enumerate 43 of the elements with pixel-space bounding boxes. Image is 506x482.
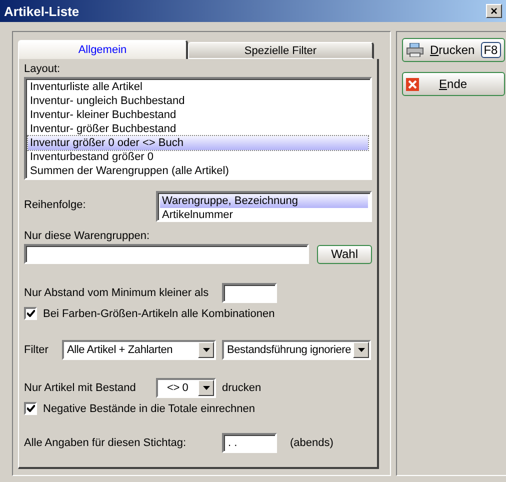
list-item[interactable]: Warengruppe, Bezeichnung xyxy=(160,194,368,208)
print-button[interactable]: Drucken F8 xyxy=(402,38,505,62)
list-item[interactable]: Inventur- kleiner Buchbestand xyxy=(28,108,368,122)
window-title: Artikel-Liste xyxy=(4,4,80,18)
checkmark-icon xyxy=(26,405,34,412)
checkbox-label: Negative Bestände in die Totale einrechnen xyxy=(43,402,256,414)
list-item[interactable]: Inventurliste alle Artikel xyxy=(28,80,368,94)
checkbox[interactable] xyxy=(24,307,37,320)
caret-icon xyxy=(202,348,210,352)
list-item[interactable]: Inventur- größer Buchbestand xyxy=(28,122,368,136)
dropdown[interactable]: <> 0 xyxy=(156,378,216,398)
input-field[interactable] xyxy=(222,283,277,303)
list-item[interactable]: Summen der Warengruppen (alle Artikel) xyxy=(28,164,368,178)
caret-icon xyxy=(202,386,210,390)
select-button[interactable]: Wahl xyxy=(317,244,372,264)
printer-icon xyxy=(406,43,424,57)
checkbox-label: Bei Farben-Größen-Artikeln alle Kombinationen xyxy=(43,308,275,320)
dropdown[interactable]: Alle Artikel + Zahlarten xyxy=(62,340,216,360)
checkbox[interactable] xyxy=(24,402,37,415)
tab[interactable]: Allgemein xyxy=(18,40,188,59)
shortcut-key: F8 xyxy=(480,42,501,58)
input-field[interactable] xyxy=(24,244,310,264)
exit-button[interactable]: Ende xyxy=(402,72,505,96)
list-item[interactable]: Inventur größer 0 oder <> Buch xyxy=(28,136,368,150)
field-label: Layout: xyxy=(24,63,62,75)
close-icon xyxy=(406,78,419,90)
tab[interactable]: Spezielle Filter xyxy=(188,42,374,59)
date-field[interactable]: . . xyxy=(222,433,277,453)
checkmark-icon xyxy=(26,310,34,317)
field-label: Alle Angaben für diesen Stichtag: xyxy=(24,437,188,449)
field-label: Nur diese Warengruppen: xyxy=(24,230,150,242)
field-label: drucken xyxy=(222,382,262,394)
dropdown[interactable]: Bestandsführung ignoriere xyxy=(222,340,371,360)
field-label: Nur Abstand vom Minimum kleiner als xyxy=(24,287,210,299)
field-label: (abends) xyxy=(290,437,334,449)
field-label: Filter xyxy=(24,344,50,356)
field-label: Reihenfolge: xyxy=(24,199,87,211)
list-item[interactable]: Inventur- ungleich Buchbestand xyxy=(28,94,368,108)
field-label: Nur Artikel mit Bestand xyxy=(24,382,137,394)
list-item[interactable]: Artikelnummer xyxy=(160,208,368,222)
close-button[interactable]: × xyxy=(486,4,502,18)
caret-icon xyxy=(358,348,364,352)
list-item[interactable]: Inventurbestand größer 0 xyxy=(28,150,368,164)
